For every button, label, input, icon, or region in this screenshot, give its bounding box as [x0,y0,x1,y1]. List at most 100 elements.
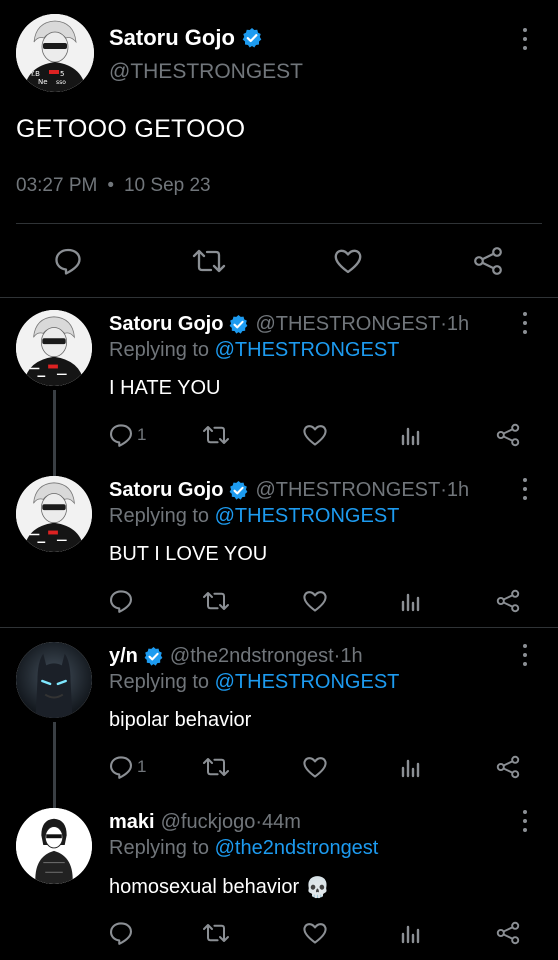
replying-mention-link[interactable]: @THESTRONGEST [215,339,400,361]
reply-tweet[interactable]: y/n @the2ndstrongest · 1h Replying to @THE… [0,630,558,810]
author-handle[interactable]: @fuckjogo [161,811,256,834]
view-stats-button[interactable] [398,589,422,613]
view-stats-button[interactable] [398,423,422,447]
share-button[interactable] [472,246,504,276]
reply-text-content: bipolar behavior [109,709,252,731]
meta-separator: · [440,479,447,501]
analytics-icon [401,759,420,778]
reply-header: maki @fuckjogo · 44m [109,811,301,834]
author-handle[interactable]: @the2ndstrongest [170,645,334,668]
more-options-icon[interactable] [522,644,528,666]
retweet-icon [203,924,229,942]
share-icon [496,423,520,447]
tweet-timestamp: 03:27 PM • 10 Sep 23 [16,175,211,197]
more-options-icon[interactable] [522,478,528,500]
replying-to: Replying to @the2ndstrongest [109,837,378,860]
replying-label: Replying to [109,671,210,693]
reply-action-bar [0,588,558,614]
retweet-button[interactable] [192,246,226,276]
retweet-button[interactable] [202,755,230,779]
comment-icon [109,922,133,945]
reply-text: bipolar behavior [109,709,251,732]
more-options-icon[interactable] [522,312,528,334]
main-action-bar [0,240,558,280]
like-button[interactable] [333,246,363,276]
more-options-icon[interactable] [522,810,528,832]
reply-button[interactable] [53,246,83,276]
view-stats-button[interactable] [398,921,422,945]
heart-icon [334,249,362,274]
like-button[interactable] [302,920,328,946]
author-handle[interactable]: @THESTRONGEST [255,313,440,336]
analytics-icon [401,427,420,446]
share-button[interactable] [495,755,521,779]
skull-emoji: 💀 [305,877,331,899]
svg-text:Ne: Ne [38,78,48,86]
verified-badge-icon [144,646,163,666]
share-button[interactable] [495,423,521,447]
tweet-date: 10 Sep 23 [123,175,211,196]
avatar[interactable] [16,310,92,386]
avatar[interactable] [16,808,92,884]
retweet-icon [192,249,226,273]
reply-time: 1h [340,645,363,667]
retweet-button[interactable] [202,423,230,447]
like-button[interactable] [302,588,328,614]
reply-text: I HATE YOU [109,377,221,400]
more-options-icon[interactable] [522,28,528,50]
svg-text:5: 5 [60,70,64,78]
author-name[interactable]: maki [109,811,155,834]
replying-label: Replying to [109,505,210,527]
replying-mention-link[interactable]: @the2ndstrongest [215,837,379,859]
author-handle[interactable]: @THESTRONGEST [109,60,303,84]
analytics-icon [401,925,420,944]
verified-badge-icon [230,314,248,334]
avatar[interactable] [16,476,92,552]
reply-action-bar [0,920,558,946]
like-button[interactable] [302,422,328,448]
reply-count: 1 [137,425,147,444]
replying-to: Replying to @THESTRONGEST [109,339,399,362]
reply-time: 1h [446,313,470,335]
tweet-text: GETOOO GETOOO [16,115,246,143]
share-icon [496,589,520,613]
heart-icon [303,923,327,944]
retweet-icon [203,426,229,444]
like-button[interactable] [302,754,328,780]
view-stats-button[interactable] [398,755,422,779]
reply-tweet[interactable]: Satoru Gojo @THESTRONGEST · 1h Replying to… [0,464,558,627]
share-icon [496,755,520,779]
author-handle[interactable]: @THESTRONGEST [255,479,440,502]
reply-header: Satoru Gojo @THESTRONGEST · 1h [109,313,469,336]
replying-label: Replying to [109,837,210,859]
comment-icon [109,590,133,613]
divider [16,223,542,224]
share-button[interactable] [495,921,521,945]
tweet-time: 03:27 PM [16,175,98,196]
reply-button[interactable] [108,920,137,946]
verified-badge-icon [242,28,262,48]
reply-button[interactable] [108,588,137,614]
replying-mention-link[interactable]: @THESTRONGEST [215,671,400,693]
author-name[interactable]: Satoru Gojo [109,313,223,336]
avatar[interactable]: Y.B 5 Ne sso [16,14,94,92]
reply-time: 44m [262,811,301,833]
comment-icon [109,424,133,447]
avatar[interactable] [16,642,92,718]
author-name[interactable]: Satoru Gojo [109,25,263,51]
share-icon [496,921,520,945]
retweet-button[interactable] [202,921,230,945]
replying-label: Replying to [109,339,210,361]
author-name[interactable]: y/n [109,645,138,668]
reply-button[interactable]: 1 [108,754,146,780]
replying-mention-link[interactable]: @THESTRONGEST [215,505,400,527]
reply-header: y/n @the2ndstrongest · 1h [109,645,363,668]
share-button[interactable] [495,589,521,613]
retweet-button[interactable] [202,589,230,613]
reply-button[interactable]: 1 [108,422,146,448]
reply-text: BUT I LOVE YOU [109,543,267,566]
reply-tweet[interactable]: maki @fuckjogo · 44m Replying to @the2ndst… [0,796,558,960]
reply-tweet[interactable]: Satoru Gojo @THESTRONGEST · 1h Replying to… [0,298,558,478]
author-name[interactable]: Satoru Gojo [109,479,223,502]
author-name-text[interactable]: Satoru Gojo [109,25,235,51]
